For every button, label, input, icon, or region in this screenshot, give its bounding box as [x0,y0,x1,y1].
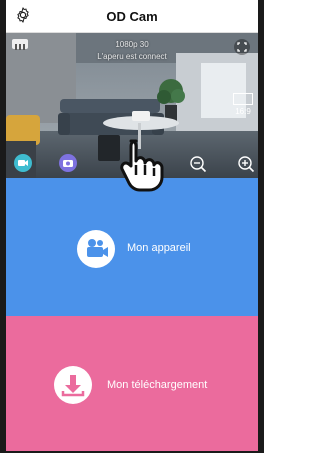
zoom-in-icon[interactable] [237,155,255,173]
aspect-ratio-label: 16:9 [235,107,251,116]
hd-badge-icon[interactable] [12,39,28,50]
tap-hand-icon [114,135,168,195]
my-device-label: Mon appareil [127,242,191,254]
aspect-ratio-toggle[interactable]: 16:9 [232,93,254,117]
top-bar: OD Cam [6,0,258,33]
connection-status-text: L'aperu est connect [97,52,167,61]
resolution-text: 1080p 30 [115,40,149,49]
video-camera-icon [77,230,115,268]
video-record-icon[interactable] [14,154,32,172]
my-download-label: Mon téléchargement [107,379,208,391]
zoom-out-icon[interactable] [189,155,207,173]
camera-snapshot-icon[interactable] [59,154,77,172]
my-download-button[interactable]: Mon téléchargement [6,316,258,451]
download-icon [54,366,92,404]
page-title: OD Cam [106,9,158,24]
aspect-ratio-icon [233,93,253,105]
my-device-button[interactable]: Mon appareil [6,178,258,316]
fullscreen-icon[interactable] [234,39,250,55]
